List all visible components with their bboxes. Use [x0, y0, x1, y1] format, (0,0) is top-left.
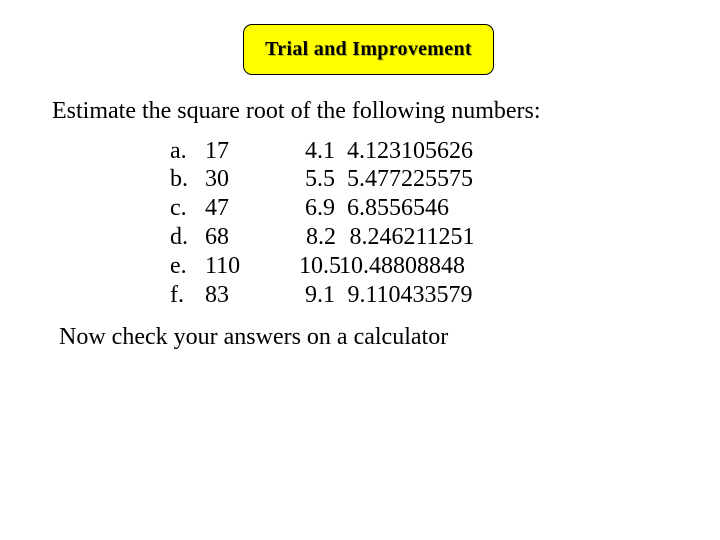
row-letter: e. — [170, 253, 187, 279]
row-letter: c. — [170, 195, 187, 221]
problem-row: d. 68 8.2 8.246211251 — [0, 224, 720, 252]
row-letter: b. — [170, 166, 188, 192]
problem-row: c. 47 6.9 6.8556546 — [0, 195, 720, 223]
problem-row: b. 30 5.5 5.477225575 — [0, 166, 720, 194]
row-letter: d. — [170, 224, 188, 250]
row-number: 47 — [205, 195, 229, 221]
footer-instruction: Now check your answers on a calculator — [59, 324, 449, 350]
title-banner: Trial and Improvement — [243, 24, 494, 75]
problem-row: f. 83 9.1 9.110433579 — [0, 282, 720, 310]
row-number: 110 — [205, 253, 241, 279]
row-exact-root: 6.8556546 — [347, 195, 449, 221]
problem-row: a. 17 4.1 4.123105626 — [0, 138, 720, 166]
row-exact-root: 8.246211251 — [349, 224, 475, 250]
row-exact-root: 10.48808848 — [339, 253, 465, 279]
row-exact-root: 4.123105626 — [347, 138, 473, 164]
row-letter: f. — [170, 282, 184, 308]
row-number: 30 — [205, 166, 229, 192]
row-number: 68 — [205, 224, 229, 250]
row-exact-root: 5.477225575 — [347, 166, 473, 192]
slide-title: Trial and Improvement — [265, 38, 472, 60]
row-number: 83 — [205, 282, 229, 308]
row-exact-root: 9.110433579 — [347, 282, 473, 308]
row-number: 17 — [205, 138, 229, 164]
instruction-text: Estimate the square root of the followin… — [52, 98, 541, 124]
problem-row: e. 110 10.5 10.48808848 — [0, 253, 720, 281]
row-letter: a. — [170, 138, 187, 164]
